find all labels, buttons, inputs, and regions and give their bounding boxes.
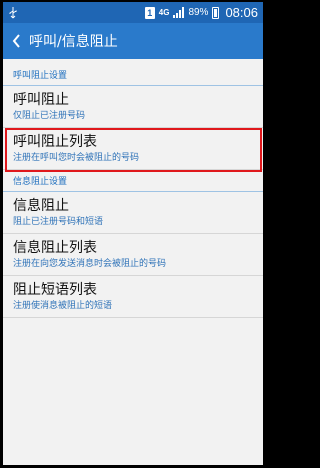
list-item-call-block[interactable]: 呼叫阻止 仅阻止已注册号码	[3, 86, 263, 128]
item-subtitle: 仅阻止已注册号码	[13, 111, 86, 121]
list-item-phrase-block-list[interactable]: 阻止短语列表 注册使消息被阻止的短语	[3, 276, 263, 318]
item-subtitle: 注册在呼叫您时会被阻止的号码	[13, 153, 140, 163]
settings-list: 呼叫阻止设置 呼叫阻止 仅阻止已注册号码 呼叫阻止列表 注册在呼叫您时会被阻止的…	[3, 64, 263, 318]
item-title: 呼叫阻止列表	[13, 134, 97, 150]
battery-icon	[212, 6, 220, 19]
status-bar: 1 4G 89% 08:06	[3, 2, 263, 23]
signal-icon	[173, 7, 185, 18]
item-title: 呼叫阻止	[13, 92, 69, 108]
battery-percent: 89%	[188, 7, 209, 18]
item-subtitle: 注册使消息被阻止的短语	[13, 301, 113, 311]
section-header-message-block: 信息阻止设置	[3, 170, 263, 192]
page-title: 呼叫/信息阻止	[29, 34, 118, 50]
back-arrow-icon[interactable]	[9, 31, 23, 51]
item-title: 信息阻止	[13, 198, 69, 214]
clock: 08:06	[225, 5, 258, 20]
phone-frame: 1 4G 89% 08:06 呼叫/信息阻止 呼叫阻止设置 呼叫阻止 仅阻止已注…	[0, 0, 266, 468]
list-item-call-block-list[interactable]: 呼叫阻止列表 注册在呼叫您时会被阻止的号码	[3, 128, 263, 172]
network-type-label: 4G	[158, 7, 170, 17]
screen: 1 4G 89% 08:06 呼叫/信息阻止 呼叫阻止设置 呼叫阻止 仅阻止已注…	[3, 2, 263, 465]
usb-icon	[8, 6, 18, 19]
list-item-message-block-list[interactable]: 信息阻止列表 注册在向您发送消息时会被阻止的号码	[3, 234, 263, 276]
sim-icon: 1	[144, 6, 155, 19]
action-bar: 呼叫/信息阻止	[3, 23, 263, 59]
section-header-call-block: 呼叫阻止设置	[3, 64, 263, 86]
list-item-message-block[interactable]: 信息阻止 阻止已注册号码和短语	[3, 192, 263, 234]
item-title: 信息阻止列表	[13, 240, 97, 256]
item-subtitle: 阻止已注册号码和短语	[13, 217, 104, 227]
item-title: 阻止短语列表	[13, 282, 97, 298]
item-subtitle: 注册在向您发送消息时会被阻止的号码	[13, 259, 167, 269]
